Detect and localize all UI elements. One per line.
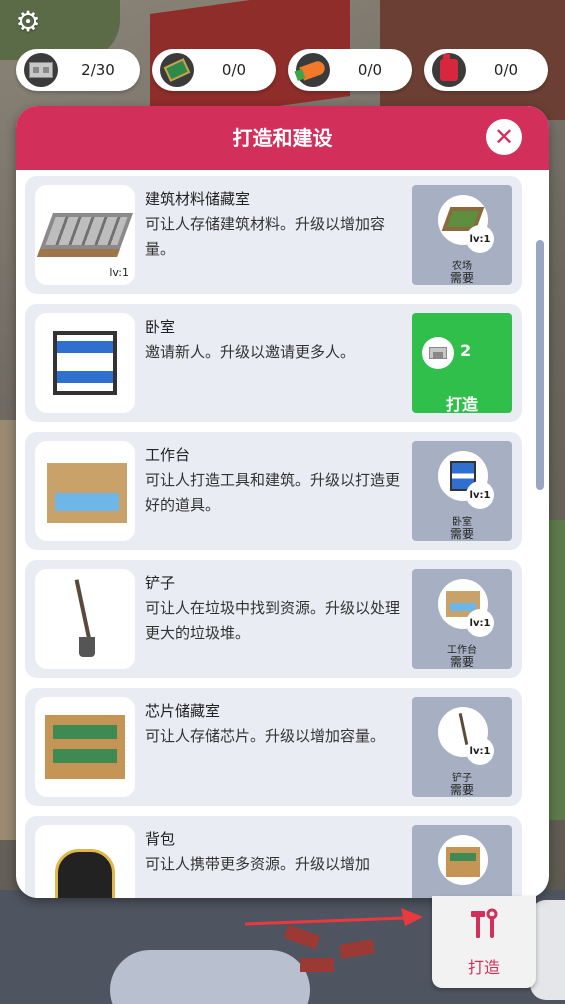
list-scrollbar[interactable] [536,240,544,490]
item-description: 邀请新人。升级以邀请更多人。 [145,343,356,361]
item-description: 可让人存储芯片。升级以增加容量。 [145,727,386,745]
workbench-image [35,441,135,541]
panel-title: 打造和建设 [232,126,333,150]
resource-chips: 0/0 [152,49,276,91]
item-name: 芯片储藏室 [145,702,221,720]
requirement-label: 需要 [449,655,474,669]
item-name: 铲子 [145,574,176,592]
concrete-block-icon [24,53,58,87]
craft-build-panel: 打造和建设 ✕ lv:1 建筑材料储藏室 可让人存储建筑材料。升级以增加容量。 … [16,106,549,898]
list-item: 工作台 可让人打造工具和建筑。升级以打造更好的道具。 lv:1 卧室 需要 [25,432,522,550]
list-item: 卧室 邀请新人。升级以邀请更多人。 2 打造 [25,304,522,422]
carrot-icon [296,53,330,87]
tutorial-arrow-icon [245,908,423,926]
list-item: lv:1 建筑材料储藏室 可让人存储建筑材料。升级以增加容量。 lv:1 农场 … [25,176,522,294]
item-name: 工作台 [145,446,191,464]
chip-icon [160,53,194,87]
item-description: 可让人携带更多资源。升级以增加 [145,855,371,873]
item-name: 建筑材料储藏室 [145,190,251,208]
resource-bar: 2/30 0/0 0/0 0/0 [16,49,550,91]
requirement-level-badge: lv:1 [466,225,494,253]
build-label: 打造 [445,395,478,414]
item-description: 可让人打造工具和建筑。升级以打造更好的道具。 [145,471,401,514]
requirement-box[interactable]: lv:1 卧室 需要 [412,441,512,541]
shovel-image [35,569,135,669]
requirement-level-badge: lv:1 [466,737,494,765]
list-item: 背包 可让人携带更多资源。升级以增加 [25,816,522,898]
requirement-label: 需要 [449,527,474,541]
requirement-box[interactable]: lv:1 工作台 需要 [412,569,512,669]
chip-storage-icon [438,835,488,885]
requirement-level-badge: lv:1 [466,609,494,637]
item-name: 卧室 [145,318,176,336]
requirement-label: 需要 [449,271,474,285]
requirement-box[interactable]: lv:1 农场 需要 [412,185,512,285]
requirement-box[interactable]: lv:1 铲子 需要 [412,697,512,797]
resource-value: 0/0 [493,61,519,79]
resource-fuel: 0/0 [424,49,548,91]
build-list[interactable]: lv:1 建筑材料储藏室 可让人存储建筑材料。升级以增加容量。 lv:1 农场 … [16,170,549,898]
settings-gear-icon[interactable]: ⚙ [14,8,42,36]
hammer-wrench-icon [471,908,498,938]
panel-header: 打造和建设 ✕ [16,106,549,170]
requirement-box[interactable] [412,825,512,898]
item-description: 可让人存储建筑材料。升级以增加容量。 [145,215,386,258]
resource-food: 0/0 [288,49,412,91]
item-description: 可让人在垃圾中找到资源。升级以处理更大的垃圾堆。 [145,599,401,642]
item-name: 背包 [145,830,176,848]
craft-menu-button[interactable]: 打造 [432,896,536,988]
list-item: 芯片储藏室 可让人存储芯片。升级以增加容量。 lv:1 铲子 需要 [25,688,522,806]
level-badge: lv:1 [109,266,129,279]
concrete-block-icon [422,337,454,369]
build-button[interactable]: 2 打造 [412,313,512,414]
requirement-label: 需要 [449,783,474,797]
chip-storage-image [35,697,135,797]
resource-value: 2/30 [81,61,115,79]
craft-menu-label: 打造 [467,958,500,977]
fuel-can-icon [432,53,466,87]
resource-value: 0/0 [357,61,383,79]
close-icon[interactable]: ✕ [486,119,522,155]
building-materials-storage-image: lv:1 [35,185,135,285]
backpack-image [35,825,135,898]
cost-amount: 2 [460,341,472,360]
resource-value: 0/0 [221,61,247,79]
resource-concrete: 2/30 [16,49,140,91]
list-item: 铲子 可让人在垃圾中找到资源。升级以处理更大的垃圾堆。 lv:1 工作台 需要 [25,560,522,678]
requirement-level-badge: lv:1 [466,481,494,509]
bedroom-image [35,313,135,413]
